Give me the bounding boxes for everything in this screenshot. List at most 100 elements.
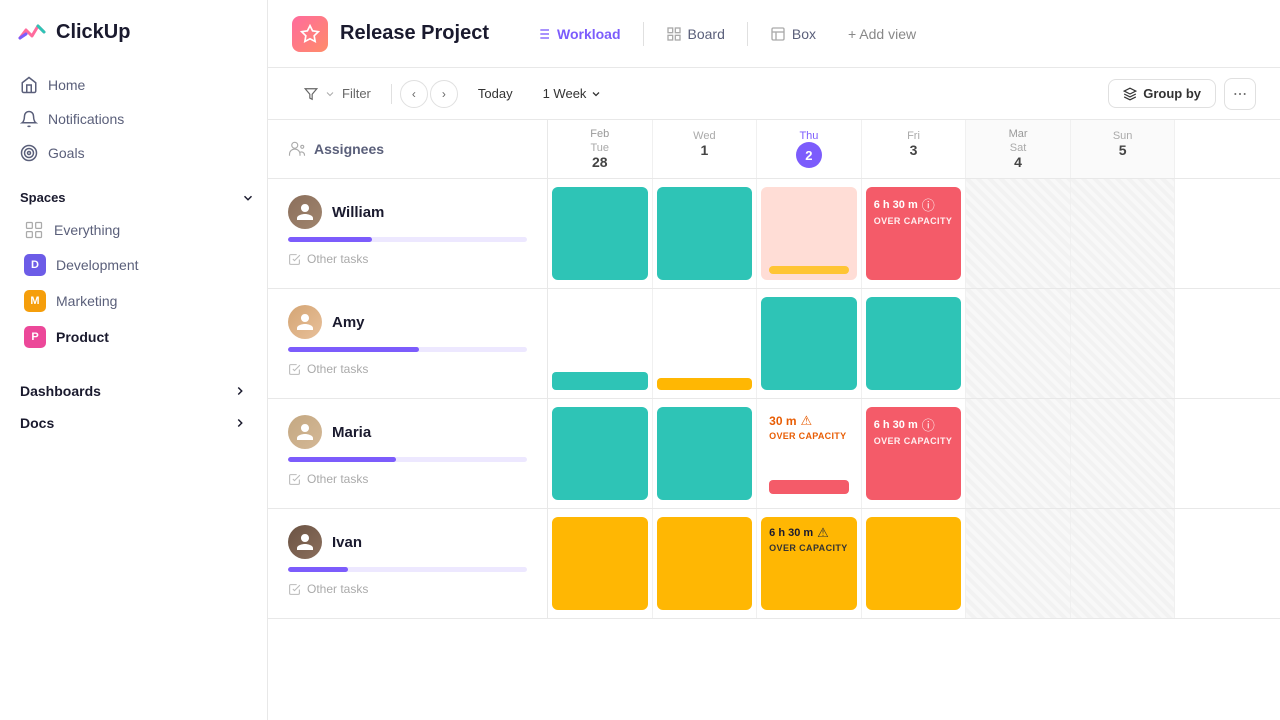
spaces-header[interactable]: Spaces — [16, 186, 259, 213]
cell-amy-fri3 — [862, 289, 967, 398]
avatar-ivan — [288, 525, 322, 559]
tab-box[interactable]: Box — [756, 20, 830, 48]
project-title: Release Project — [340, 22, 489, 45]
sidebar-item-goals[interactable]: Goals — [8, 136, 259, 170]
tab-board[interactable]: Board — [652, 20, 739, 48]
assignee-info-ivan: Ivan Other tasks — [268, 509, 548, 618]
cell-ivan-fri3 — [862, 509, 967, 618]
week-selector[interactable]: 1 Week — [533, 81, 613, 106]
chevron-down-week-icon — [590, 88, 602, 100]
grid-header: Assignees Feb Tue 28 Wed 1 Thu — [268, 120, 1280, 179]
group-by-button[interactable]: Group by — [1108, 79, 1216, 108]
other-tasks-william[interactable]: Other tasks — [288, 250, 527, 266]
progress-bar-amy — [288, 347, 527, 352]
date-col-fri3: Fri 3 — [862, 120, 967, 178]
filter-icon — [304, 87, 318, 101]
cell-ivan-wed1 — [653, 509, 758, 618]
logo[interactable]: ClickUp — [0, 16, 267, 68]
today-button[interactable]: Today — [466, 81, 525, 106]
assignee-row-amy: Amy Other tasks — [268, 289, 1280, 399]
cell-ivan-sat — [966, 509, 1071, 618]
space-badge-product: P — [24, 326, 46, 348]
assignees-column-header: Assignees — [268, 120, 548, 178]
cell-maria-wed1 — [653, 399, 758, 508]
sidebar-item-notifications-label: Notifications — [48, 111, 124, 127]
sidebar-item-home-label: Home — [48, 77, 85, 93]
cell-william-sat — [966, 179, 1071, 288]
toolbar-divider-1 — [391, 84, 392, 104]
progress-bar-maria — [288, 457, 527, 462]
add-view-button[interactable]: + Add view — [834, 20, 930, 48]
sidebar-item-everything[interactable]: Everything — [16, 213, 259, 247]
date-col-wed1: Wed 1 — [653, 120, 758, 178]
sidebar-item-development[interactable]: D Development — [16, 247, 259, 283]
chevron-right-icon-docs — [233, 416, 247, 430]
grid-icon — [24, 220, 44, 240]
cell-william-thu2 — [757, 179, 862, 288]
other-tasks-ivan[interactable]: Other tasks — [288, 580, 527, 596]
box-icon — [770, 26, 786, 42]
project-icon — [292, 16, 328, 52]
date-col-sun5: Sun 5 — [1071, 120, 1176, 178]
assignee-row-maria: Maria Other tasks — [268, 399, 1280, 509]
cell-maria-tue28 — [548, 399, 653, 508]
main-nav: Home Notifications Goals — [0, 68, 267, 170]
tasks-icon — [288, 253, 301, 266]
board-icon — [666, 26, 682, 42]
tab-divider-1 — [643, 22, 644, 46]
space-badge-marketing: M — [24, 290, 46, 312]
main-content: Release Project Workload Board — [268, 0, 1280, 720]
other-tasks-amy[interactable]: Other tasks — [288, 360, 527, 376]
other-tasks-maria[interactable]: Other tasks — [288, 470, 527, 486]
clickup-logo-icon — [16, 16, 48, 48]
avatar-amy — [288, 305, 322, 339]
tasks-icon-maria — [288, 473, 301, 486]
space-badge-development: D — [24, 254, 46, 276]
filter-button[interactable]: Filter — [292, 80, 383, 107]
more-options-button[interactable] — [1224, 78, 1256, 110]
task-cells-william: 6 h 30 m ⓘ OVER CAPACITY — [548, 179, 1280, 288]
chevron-right-icon — [233, 384, 247, 398]
task-cells-ivan: 6 h 30 m ⚠ OVER CAPACITY — [548, 509, 1280, 618]
assignee-info-william: William Other tasks — [268, 179, 548, 288]
cell-amy-tue28 — [548, 289, 653, 398]
cell-amy-thu2 — [757, 289, 862, 398]
sidebar-item-marketing[interactable]: M Marketing — [16, 283, 259, 319]
date-columns-header: Feb Tue 28 Wed 1 Thu 2 — [548, 120, 1280, 178]
progress-bar-ivan — [288, 567, 527, 572]
sidebar-item-dashboards[interactable]: Dashboards — [8, 375, 259, 407]
assignee-info-maria: Maria Other tasks — [268, 399, 548, 508]
layers-icon — [1123, 87, 1137, 101]
date-col-sat4: Mar Sat 4 — [966, 120, 1071, 178]
prev-arrow-button[interactable]: ‹ — [400, 80, 428, 108]
tab-workload[interactable]: Workload — [521, 20, 635, 48]
assignee-row-ivan: Ivan Other tasks — [268, 509, 1280, 619]
sidebar-item-docs[interactable]: Docs — [8, 407, 259, 439]
cell-maria-sun — [1071, 399, 1176, 508]
cell-william-fri3: 6 h 30 m ⓘ OVER CAPACITY — [862, 179, 967, 288]
home-icon — [20, 76, 38, 94]
person-icon-amy — [295, 312, 315, 332]
person-icon — [295, 202, 315, 222]
workload-icon — [535, 26, 551, 42]
sidebar: ClickUp Home Notifications Goals Spaces … — [0, 0, 268, 720]
sidebar-item-notifications[interactable]: Notifications — [8, 102, 259, 136]
person-icon-ivan — [295, 532, 315, 552]
chevron-down-icon — [241, 191, 255, 205]
sidebar-item-goals-label: Goals — [48, 145, 85, 161]
chevron-down-filter-icon — [324, 88, 336, 100]
sidebar-item-home[interactable]: Home — [8, 68, 259, 102]
target-icon — [20, 144, 38, 162]
date-nav-arrows: ‹ › — [400, 80, 458, 108]
sidebar-item-product[interactable]: P Product — [16, 319, 259, 355]
cell-william-wed1 — [653, 179, 758, 288]
workload-grid: Assignees Feb Tue 28 Wed 1 Thu — [268, 120, 1280, 720]
next-arrow-button[interactable]: › — [430, 80, 458, 108]
project-icon-svg — [300, 24, 320, 44]
cell-ivan-sun — [1071, 509, 1176, 618]
cell-maria-sat — [966, 399, 1071, 508]
cell-william-tue28 — [548, 179, 653, 288]
view-tabs: Workload Board Box + Add view — [521, 20, 930, 48]
bell-icon — [20, 110, 38, 128]
assignees-icon — [288, 140, 306, 158]
